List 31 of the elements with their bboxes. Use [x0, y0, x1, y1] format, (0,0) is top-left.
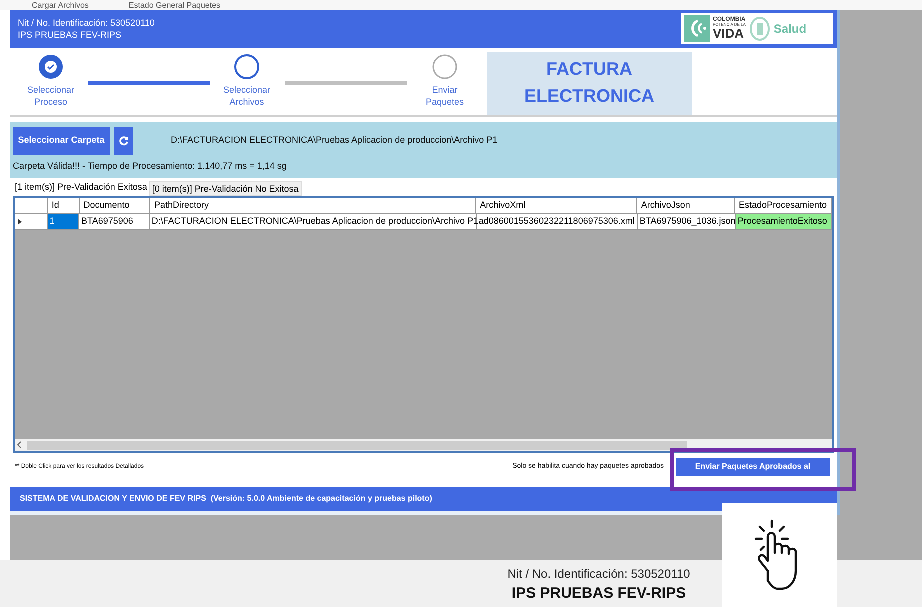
table-cell: ad08600155360232211806975306.xml	[476, 214, 638, 230]
send-packages-button[interactable]: Enviar Paquetes Aprobados al	[676, 458, 830, 476]
tab[interactable]: [1 item(s)] Pre-Validación Exitosa	[13, 179, 150, 196]
title-box: FACTURA ELECTRONICA	[487, 52, 692, 115]
step-label: Enviar Paquetes	[424, 84, 466, 108]
tab[interactable]: [0 item(s)] Pre-Validación No Exitosa	[149, 181, 302, 196]
select-folder-button[interactable]: Seleccionar Carpeta	[13, 126, 110, 155]
status-message: Carpeta Válida!!! - Tiempo de Procesamiento: 1.140,77 ms = 1,14 sg	[13, 160, 288, 173]
logo-brand: Salud	[774, 20, 807, 38]
table-cell: BTA6975906	[79, 214, 150, 230]
table-cell: 1	[48, 214, 80, 230]
logo-text: VIDA	[713, 27, 746, 40]
emblem-icon	[748, 16, 771, 42]
footer-text: SISTEMA DE VALIDACION Y ENVIO DE FEV RIPS (Versión: 5.0.0 Ambiente de capacitación y pruebas piloto)	[20, 493, 432, 506]
company-name: IPS PRUEBAS FEV-RIPS	[512, 584, 686, 604]
table-cell: D:\FACTURACION ELECTRONICA\Pruebas Aplicacion de produccion\Archivo P1	[150, 214, 477, 230]
nit-label: Nit / No. Identificación: 530520110	[508, 567, 690, 582]
nit-label: Nit / No. Identificación: 530520110	[18, 16, 155, 29]
horizontal-scrollbar[interactable]	[15, 439, 832, 452]
refresh-icon	[118, 136, 128, 146]
refresh-button[interactable]	[114, 126, 133, 155]
menu-item[interactable]: Cargar Archivos	[32, 2, 89, 10]
menu-item[interactable]: Estado General Paquetes	[128, 2, 221, 10]
scrollbar-thumb[interactable]	[27, 440, 687, 450]
current-row-icon	[18, 218, 22, 225]
step-label: Seleccionar Proceso	[26, 84, 76, 108]
company-name: IPS PRUEBAS FEV-RIPS	[18, 28, 123, 41]
table-cell: BTA6975906_1036.json	[638, 214, 736, 230]
folder-path: D:\FACTURACION ELECTRONICA\Pruebas Aplicacion de produccion\Archivo P1	[171, 134, 498, 148]
table-cell: ProcesamientoExitoso	[736, 214, 832, 230]
step-label: Seleccionar Archivos	[222, 84, 272, 108]
